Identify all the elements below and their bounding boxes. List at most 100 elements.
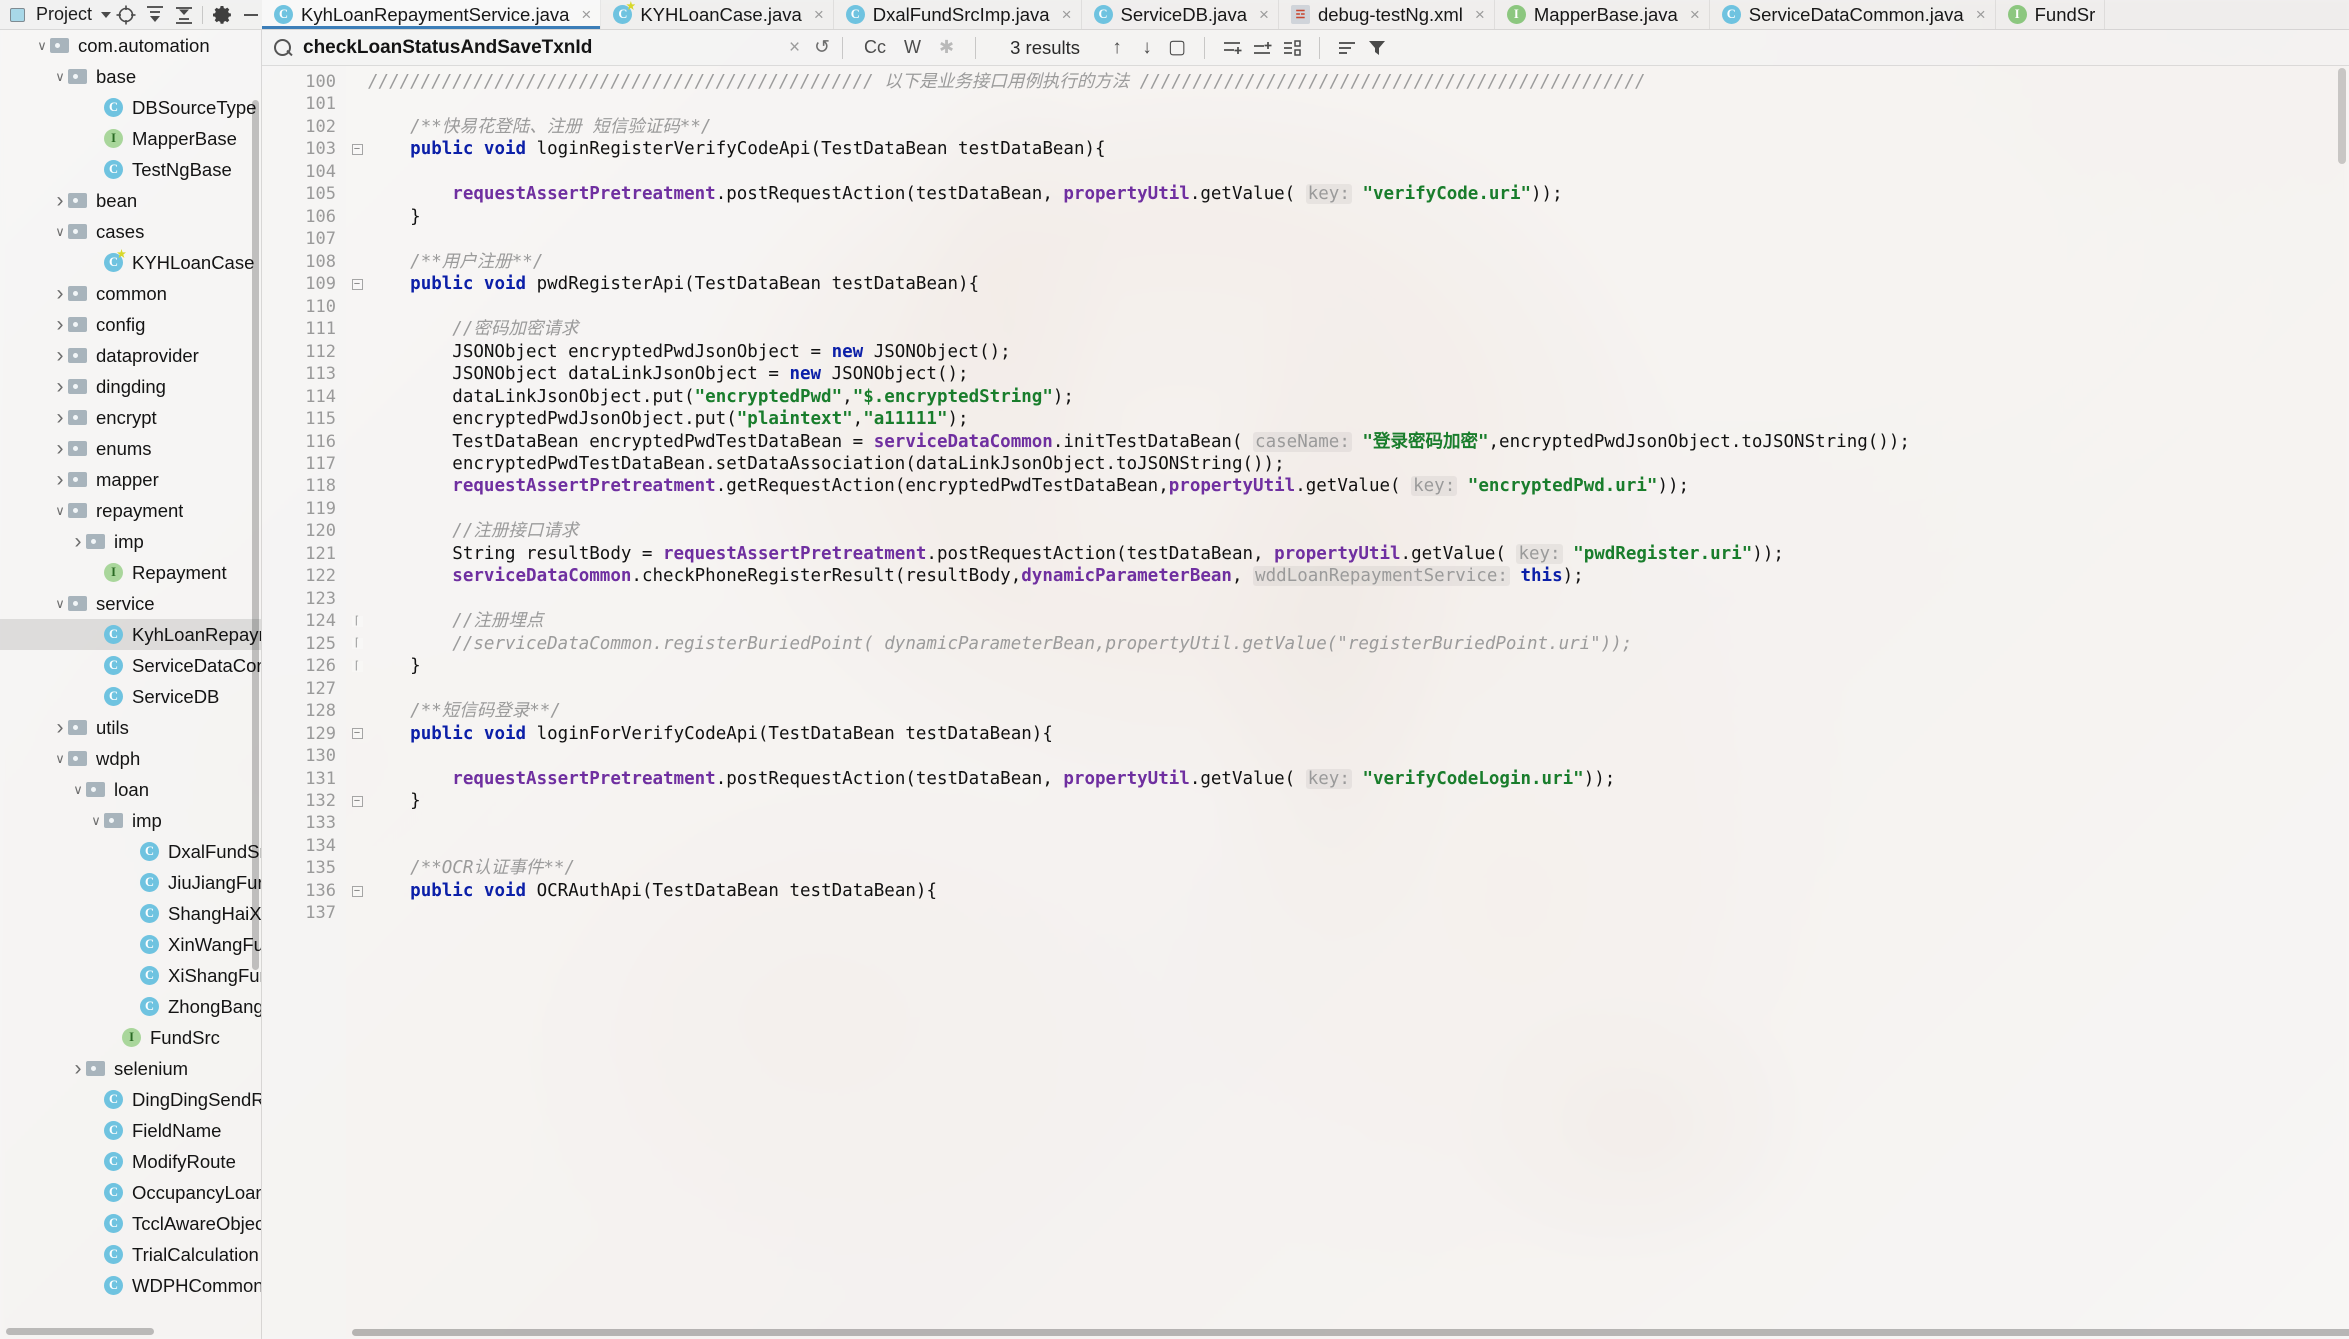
sidebar-vertical-scrollbar[interactable]	[252, 100, 259, 970]
editor-tab[interactable]: C KyhLoanRepaymentService.java ×	[262, 0, 602, 29]
next-match-icon[interactable]: ↓	[1132, 33, 1162, 63]
gear-icon[interactable]	[207, 0, 236, 29]
editor-tab[interactable]: C DxalFundSrcImp.java ×	[834, 0, 1082, 29]
tree-item-kyhloanrepaymentse[interactable]: C KyhLoanRepaymentSe	[0, 619, 261, 650]
tree-item-config[interactable]: › config	[0, 309, 261, 340]
editor-tab[interactable]: C ServiceDB.java ×	[1082, 0, 1279, 29]
tree-item-fundsrc[interactable]: I FundSrc	[0, 1022, 261, 1053]
fold-marker[interactable]: −	[346, 880, 368, 902]
chevron-right-icon[interactable]: ›	[52, 716, 68, 740]
code-line[interactable]: requestAssertPretreatment.getRequestActi…	[368, 475, 2349, 497]
tree-item-servicedatacommon[interactable]: C ServiceDataCommon	[0, 650, 261, 681]
collapse-fold-icon[interactable]: −	[351, 278, 363, 290]
code-line[interactable]: public void pwdRegisterApi(TestDataBean …	[368, 273, 2349, 295]
collapse-fold-icon[interactable]: −	[351, 144, 363, 156]
tree-item-imp[interactable]: › imp	[0, 526, 261, 557]
fold-marker[interactable]: ⌈	[346, 655, 368, 677]
tree-item-dxalfundsrcimp[interactable]: C DxalFundSrcImp	[0, 836, 261, 867]
tree-item-repayment[interactable]: ∨ repayment	[0, 495, 261, 526]
chevron-down-icon[interactable]: ∨	[34, 38, 50, 54]
code-line[interactable]: JSONObject encryptedPwdJsonObject = new …	[368, 341, 2349, 363]
code-line[interactable]: /**短信码登录**/	[368, 700, 2349, 722]
code-line[interactable]: }	[368, 655, 2349, 677]
tree-item-utils[interactable]: › utils	[0, 712, 261, 743]
chevron-down-icon[interactable]: ∨	[52, 503, 68, 519]
expand-all-icon[interactable]	[140, 0, 169, 29]
collapse-fold-icon[interactable]: −	[351, 728, 363, 740]
tree-item-shanghaixdfund[interactable]: C ShangHaiXDFund	[0, 898, 261, 929]
tree-item-mapperbase[interactable]: I MapperBase	[0, 123, 261, 154]
code-line[interactable]: encryptedPwdTestDataBean.setDataAssociat…	[368, 453, 2349, 475]
close-tab-icon[interactable]: ×	[814, 5, 824, 25]
fold-region-icon[interactable]: ⌈	[351, 660, 363, 672]
collapse-fold-icon[interactable]: −	[351, 885, 363, 897]
chevron-right-icon[interactable]: ›	[52, 406, 68, 430]
code-line[interactable]: public void OCRAuthApi(TestDataBean test…	[368, 880, 2349, 902]
target-icon[interactable]	[111, 0, 140, 29]
tree-item-imp[interactable]: ∨ imp	[0, 805, 261, 836]
close-tab-icon[interactable]: ×	[1690, 5, 1700, 25]
tree-item-xishangfundsrc[interactable]: C XiShangFundSrc	[0, 960, 261, 991]
minimize-icon[interactable]	[236, 0, 265, 29]
tree-item-com-automation[interactable]: ∨ com.automation	[0, 30, 261, 61]
whole-words-toggle[interactable]: W	[895, 37, 930, 58]
regex-toggle[interactable]: ✱	[930, 37, 963, 58]
code-line[interactable]: String resultBody = requestAssertPretrea…	[368, 543, 2349, 565]
code-line[interactable]: public void loginRegisterVerifyCodeApi(T…	[368, 138, 2349, 160]
tree-item-dataprovider[interactable]: › dataprovider	[0, 340, 261, 371]
add-line-above-icon[interactable]	[1217, 33, 1247, 63]
code-line[interactable]: requestAssertPretreatment.postRequestAct…	[368, 183, 2349, 205]
code-line[interactable]: requestAssertPretreatment.postRequestAct…	[368, 768, 2349, 790]
tree-item-xinwangfundsrc[interactable]: C XinWangFundSrc	[0, 929, 261, 960]
fold-marker[interactable]: −	[346, 790, 368, 812]
project-tree-panel[interactable]: ∨ com.automation ∨ base C DBSourceType I Mapper…	[0, 30, 262, 1339]
chevron-down-icon[interactable]	[101, 11, 112, 18]
editor-horizontal-scrollbar[interactable]	[352, 1329, 2349, 1336]
fold-marker[interactable]: −	[346, 723, 368, 745]
chevron-right-icon[interactable]: ›	[52, 189, 68, 213]
tree-item-fieldname[interactable]: C FieldName	[0, 1115, 261, 1146]
sidebar-horizontal-scrollbar[interactable]	[6, 1328, 154, 1335]
code-line[interactable]	[368, 678, 2349, 700]
code-line[interactable]	[368, 835, 2349, 857]
tree-item-mapper[interactable]: › mapper	[0, 464, 261, 495]
previous-match-icon[interactable]: ↑	[1102, 33, 1132, 63]
code-line[interactable]	[368, 498, 2349, 520]
tree-item-bean[interactable]: › bean	[0, 185, 261, 216]
tree-item-dbsourcetype[interactable]: C DBSourceType	[0, 92, 261, 123]
code-folding-gutter[interactable]: − − ⌈ ⌈ ⌈ − − −	[346, 66, 368, 1339]
chevron-right-icon[interactable]: ›	[52, 344, 68, 368]
close-tab-icon[interactable]: ×	[581, 5, 591, 25]
chevron-down-icon[interactable]: ∨	[52, 69, 68, 85]
tree-item-enums[interactable]: › enums	[0, 433, 261, 464]
editor-tab[interactable]: I MapperBase.java ×	[1495, 0, 1710, 29]
tree-item-occupancyloandays[interactable]: C OccupancyLoanDays	[0, 1177, 261, 1208]
close-tab-icon[interactable]: ×	[1475, 5, 1485, 25]
tree-item-servicedb[interactable]: C ServiceDB	[0, 681, 261, 712]
filter-icon[interactable]	[1362, 33, 1392, 63]
chevron-down-icon[interactable]: ∨	[52, 224, 68, 240]
chevron-right-icon[interactable]: ›	[70, 1057, 86, 1081]
multi-select-icon[interactable]	[1277, 33, 1307, 63]
tree-item-tcclawareobjectiputs[interactable]: C TcclAwareObjectIputS	[0, 1208, 261, 1239]
code-line[interactable]: //密码加密请求	[368, 318, 2349, 340]
code-line[interactable]: /**快易花登陆、注册 短信验证码**/	[368, 116, 2349, 138]
tree-item-kyhloancase[interactable]: C KYHLoanCase	[0, 247, 261, 278]
search-history-icon[interactable]: ↺	[814, 36, 830, 59]
editor-tab[interactable]: ☲ debug-testNg.xml ×	[1279, 0, 1495, 29]
code-line[interactable]	[368, 745, 2349, 767]
fold-region-icon[interactable]: ⌈	[351, 638, 363, 650]
tree-item-zhongbangfunds[interactable]: C ZhongBangFundS	[0, 991, 261, 1022]
tree-item-encrypt[interactable]: › encrypt	[0, 402, 261, 433]
code-line[interactable]: //注册埋点	[368, 610, 2349, 632]
tree-item-base[interactable]: ∨ base	[0, 61, 261, 92]
close-tab-icon[interactable]: ×	[1062, 5, 1072, 25]
tree-item-wdphcommonreques[interactable]: C WDPHCommonReques	[0, 1270, 261, 1301]
code-line[interactable]	[368, 93, 2349, 115]
editor-vertical-scrollbar[interactable]	[2338, 68, 2346, 164]
chevron-right-icon[interactable]: ›	[52, 437, 68, 461]
code-line[interactable]: }	[368, 206, 2349, 228]
find-input[interactable]: checkLoanStatusAndSaveTxnId	[303, 37, 783, 59]
collapse-all-icon[interactable]	[169, 0, 198, 29]
tree-item-dingding[interactable]: › dingding	[0, 371, 261, 402]
